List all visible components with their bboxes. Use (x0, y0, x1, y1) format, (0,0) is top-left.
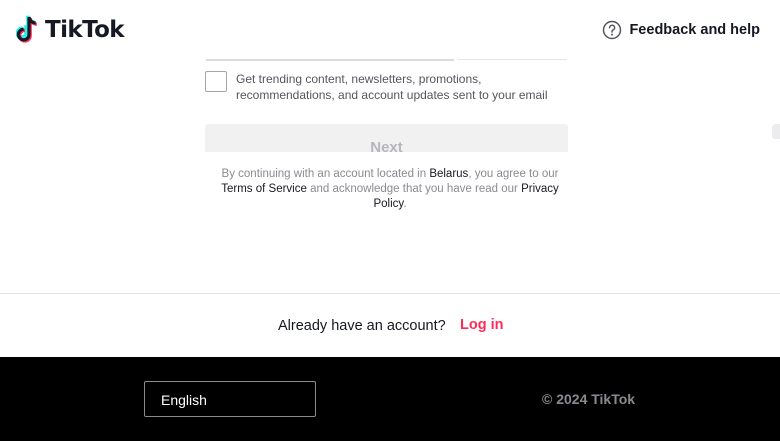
feedback-and-help-link[interactable]: Feedback and help (602, 20, 760, 40)
tiktok-logo-icon (16, 15, 38, 43)
email-field-underline[interactable] (206, 59, 454, 61)
marketing-consent-label: Get trending content, newsletters, promo… (236, 72, 548, 102)
next-button-label: Next (370, 139, 403, 152)
legal-notice: By continuing with an account located in… (216, 167, 564, 212)
scrollbar-thumb[interactable] (772, 124, 780, 139)
copyright-text: © 2024 TikTok (542, 391, 636, 407)
send-code-field-underline[interactable] (458, 59, 567, 60)
login-prompt-text: Already have an account? (278, 318, 446, 334)
legal-text-3: and acknowledge that you have read our (306, 183, 522, 195)
top-header: TikTok Feedback and help (0, 0, 780, 60)
next-button[interactable]: Next (205, 124, 568, 152)
legal-text-4: . (403, 198, 407, 210)
language-select[interactable]: English (144, 381, 316, 417)
feedback-and-help-label: Feedback and help (629, 22, 760, 38)
tiktok-logo-link[interactable]: TikTok (16, 14, 125, 44)
legal-country: Belarus (429, 168, 469, 180)
legal-text-1: By continuing with an account located in (221, 168, 430, 180)
tiktok-logo-text: TikTok (45, 16, 125, 43)
footer: English © 2024 TikTok (0, 357, 780, 441)
log-in-link[interactable]: Log in (460, 317, 504, 333)
login-prompt-bar: Already have an account? Log in (0, 293, 780, 357)
legal-text-2: , you agree to our (468, 168, 559, 180)
question-circle-icon (603, 20, 622, 40)
terms-of-service-link[interactable]: Terms of Service (221, 183, 307, 195)
marketing-consent-checkbox[interactable] (205, 71, 227, 92)
